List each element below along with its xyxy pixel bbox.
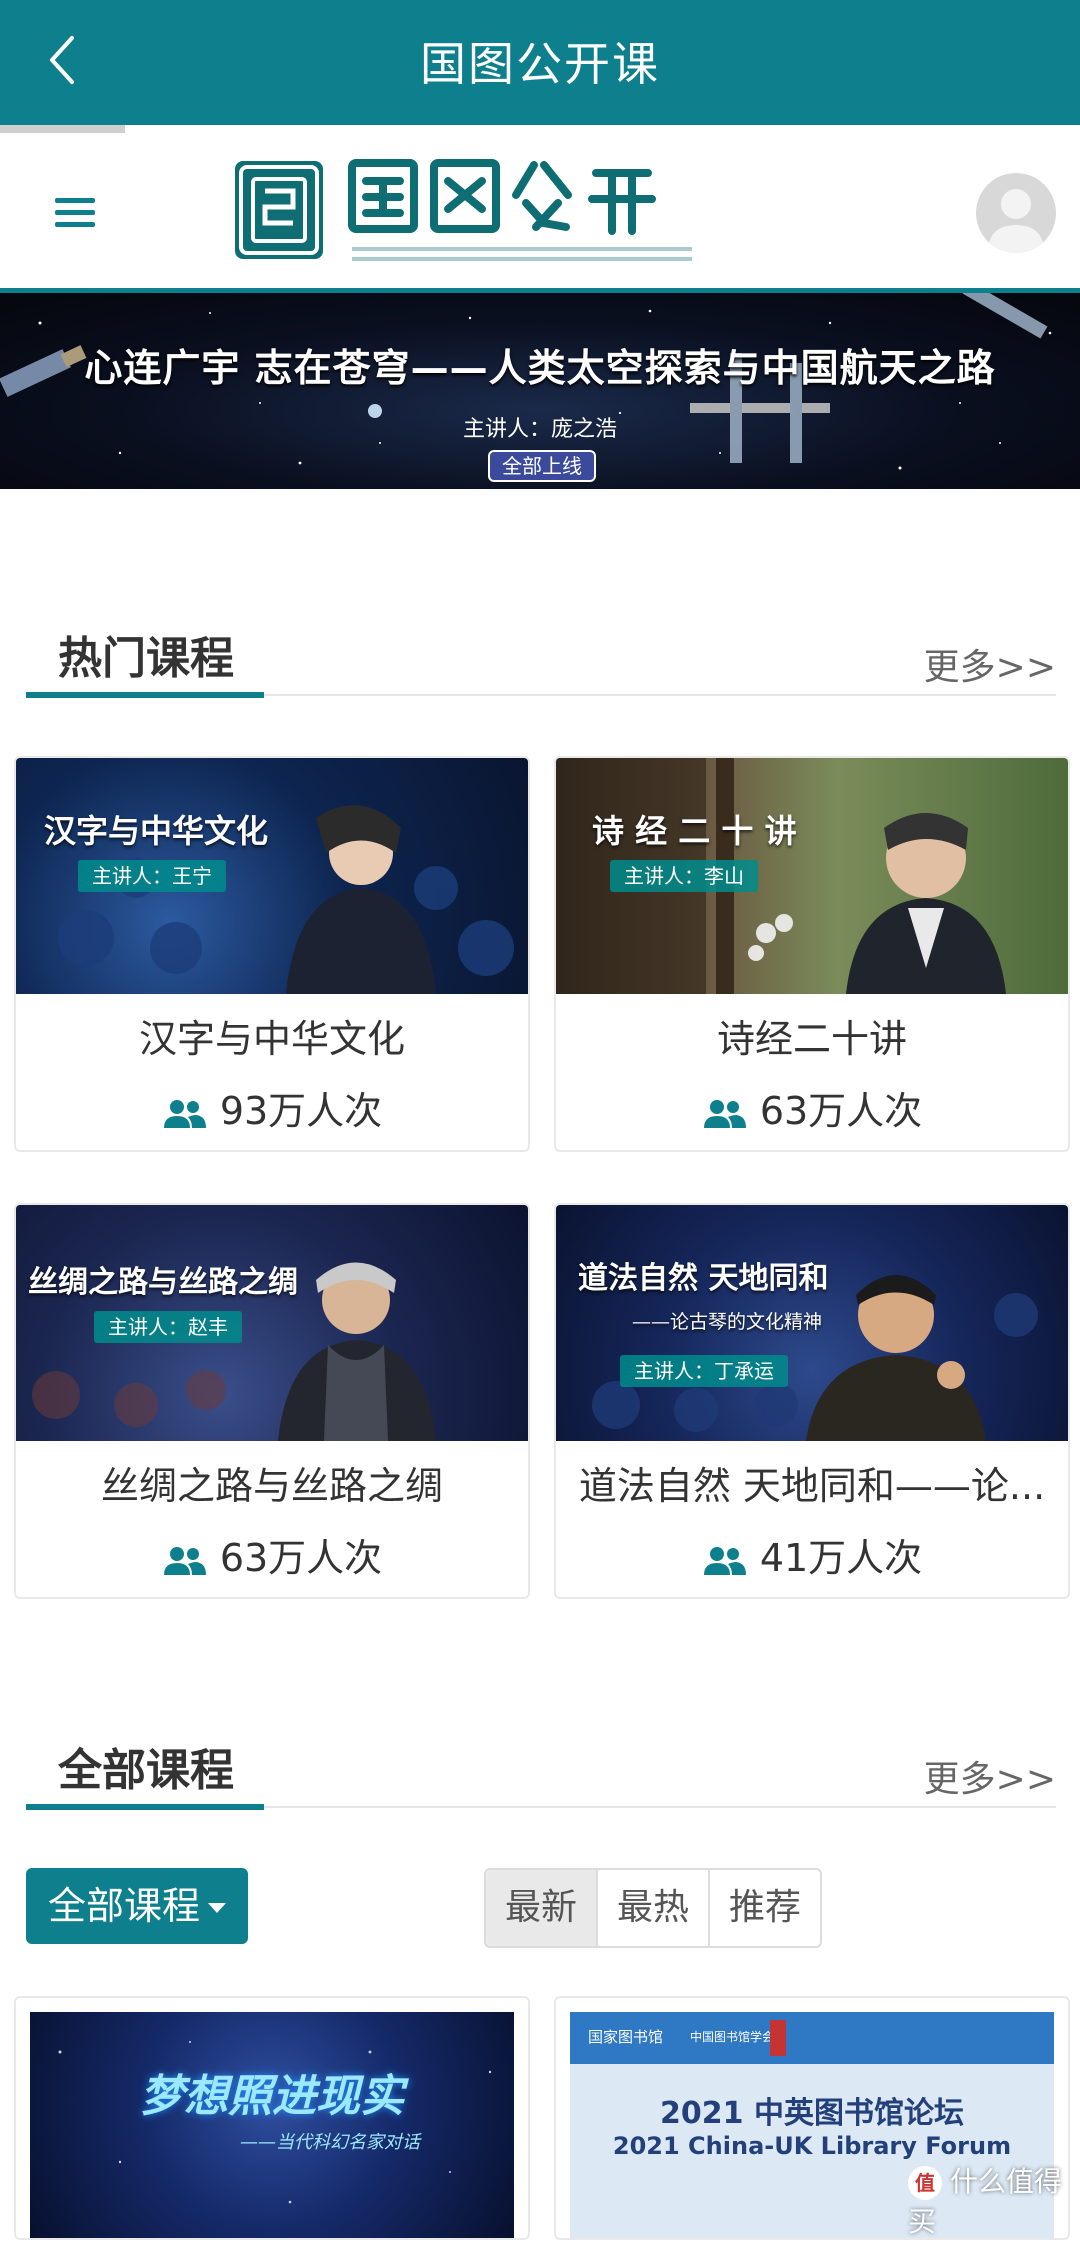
thumb-title: 丝绸之路与丝路之绸 <box>28 1265 298 1300</box>
course-views: 93万人次 <box>16 1080 528 1135</box>
section-title: 全部课程 <box>58 1745 234 1796</box>
thumb-speaker: 主讲人：李山 <box>610 860 758 892</box>
category-filter-dropdown[interactable]: 全部课程 <box>26 1868 248 1944</box>
thumb-title: 道法自然 天地同和 <box>578 1261 829 1296</box>
view-count: 63万人次 <box>219 1536 383 1580</box>
banner-badge: 全部上线 <box>488 450 596 482</box>
people-icon <box>163 1547 206 1575</box>
logo-icon[interactable] <box>235 161 323 259</box>
lecturer-silhouette <box>286 805 436 994</box>
lecturer-silhouette <box>806 1275 986 1441</box>
thumb-title: 梦想照进现实 <box>140 2071 404 2122</box>
people-icon <box>703 1547 746 1575</box>
thumb-speaker: 主讲人：赵丰 <box>94 1311 242 1343</box>
course-thumbnail: 诗 经 二 十 讲 主讲人：李山 <box>556 758 1068 994</box>
thumb-speaker: 主讲人：丁承运 <box>620 1355 788 1387</box>
org-national-library: 国家图书馆 <box>588 2028 664 2046</box>
view-count: 41万人次 <box>759 1536 923 1580</box>
view-count: 93万人次 <box>219 1089 383 1133</box>
course-card[interactable]: 丝绸之路与丝路之绸 主讲人：赵丰 丝绸之路与丝路之绸 63万人次 <box>14 1203 530 1599</box>
tab-recommended[interactable]: 推荐 <box>710 1870 820 1946</box>
people-icon <box>703 1100 746 1128</box>
course-title: 丝绸之路与丝路之绸 <box>100 1464 443 1508</box>
filter-label: 全部课程 <box>47 1884 200 1928</box>
course-thumbnail: 汉字与中华文化 主讲人：王宁 <box>16 758 528 994</box>
all-courses-header: 全部课程 更多>> <box>26 1726 1056 1810</box>
section-underline <box>26 692 264 698</box>
course-card[interactable]: 国家图书馆 中国图书馆学会 2021 中英图书馆论坛 2021 China-UK… <box>554 1996 1070 2240</box>
section-title: 热门课程 <box>58 633 234 684</box>
course-card[interactable]: 汉字与中华文化 主讲人：王宁 汉字与中华文化 93万人次 <box>14 756 530 1152</box>
section-underline <box>26 1804 264 1810</box>
app-bar: 国图公开课 <box>0 0 1080 125</box>
all-more-link[interactable]: 更多>> <box>924 1750 1056 1802</box>
forum-title-cn: 2021 中英图书馆论坛 <box>660 2096 964 2131</box>
loading-progress <box>0 125 125 133</box>
sort-tabs: 最新 最热 推荐 <box>484 1868 822 1948</box>
lecturer-silhouette <box>278 1262 436 1441</box>
course-thumbnail: 梦想照进现实 ——当代科幻名家对话 <box>30 2012 514 2238</box>
course-views: 63万人次 <box>556 1080 1068 1135</box>
course-views: 41万人次 <box>556 1527 1068 1582</box>
hot-more-link[interactable]: 更多>> <box>924 638 1056 690</box>
banner-title: 心连广宇 志在苍穹——人类太空探索与中国航天之路 <box>84 346 996 390</box>
caret-down-icon <box>208 1903 226 1913</box>
library-tag-icon <box>770 2020 786 2056</box>
course-thumbnail: 道法自然 天地同和 ——论古琴的文化精神 主讲人：丁承运 <box>556 1205 1068 1441</box>
course-card[interactable]: 道法自然 天地同和 ——论古琴的文化精神 主讲人：丁承运 道法自然 天地同和——… <box>554 1203 1070 1599</box>
thumb-subtitle: ——当代科幻名家对话 <box>240 2132 420 2153</box>
people-icon <box>163 1100 206 1128</box>
banner-speaker: 主讲人：庞之浩 <box>462 417 617 442</box>
tab-hottest[interactable]: 最热 <box>598 1870 710 1946</box>
lecturer-silhouette <box>846 813 1006 994</box>
course-title: 诗经二十讲 <box>716 1017 907 1061</box>
org-library-society: 中国图书馆学会 <box>690 2030 775 2044</box>
course-thumbnail: 国家图书馆 中国图书馆学会 2021 中英图书馆论坛 2021 China-UK… <box>570 2012 1054 2238</box>
view-count: 63万人次 <box>759 1089 923 1133</box>
forum-title-en: 2021 China-UK Library Forum <box>612 2132 1012 2160</box>
course-thumbnail: 丝绸之路与丝路之绸 主讲人：赵丰 <box>16 1205 528 1441</box>
thumb-speaker: 主讲人：王宁 <box>78 860 226 892</box>
watermark-logo-icon: 值 <box>908 2166 942 2200</box>
page-title: 国图公开课 <box>420 37 660 91</box>
course-views: 63万人次 <box>16 1527 528 1582</box>
course-title: 道法自然 天地同和——论... <box>578 1464 1046 1508</box>
thumb-title: 诗 经 二 十 讲 <box>592 812 797 850</box>
thumb-subtitle: ——论古琴的文化精神 <box>632 1311 823 1333</box>
course-title: 汉字与中华文化 <box>138 1017 405 1061</box>
course-card[interactable]: 梦想照进现实 ——当代科幻名家对话 <box>14 1996 530 2240</box>
thumb-title: 汉字与中华文化 <box>44 812 269 850</box>
hero-banner[interactable]: 心连广宇 志在苍穹——人类太空探索与中国航天之路 主讲人：庞之浩 全部上线 <box>0 293 1080 489</box>
hot-courses-header: 热门课程 更多>> <box>26 614 1056 698</box>
tab-latest[interactable]: 最新 <box>486 1870 598 1946</box>
course-card[interactable]: 诗 经 二 十 讲 主讲人：李山 诗经二十讲 63万人次 <box>554 756 1070 1152</box>
menu-icon[interactable] <box>55 198 95 228</box>
site-logo-text <box>348 159 692 261</box>
user-avatar[interactable] <box>976 173 1056 253</box>
site-header <box>0 133 1080 293</box>
watermark: 值什么值得买 <box>908 2162 1080 2238</box>
